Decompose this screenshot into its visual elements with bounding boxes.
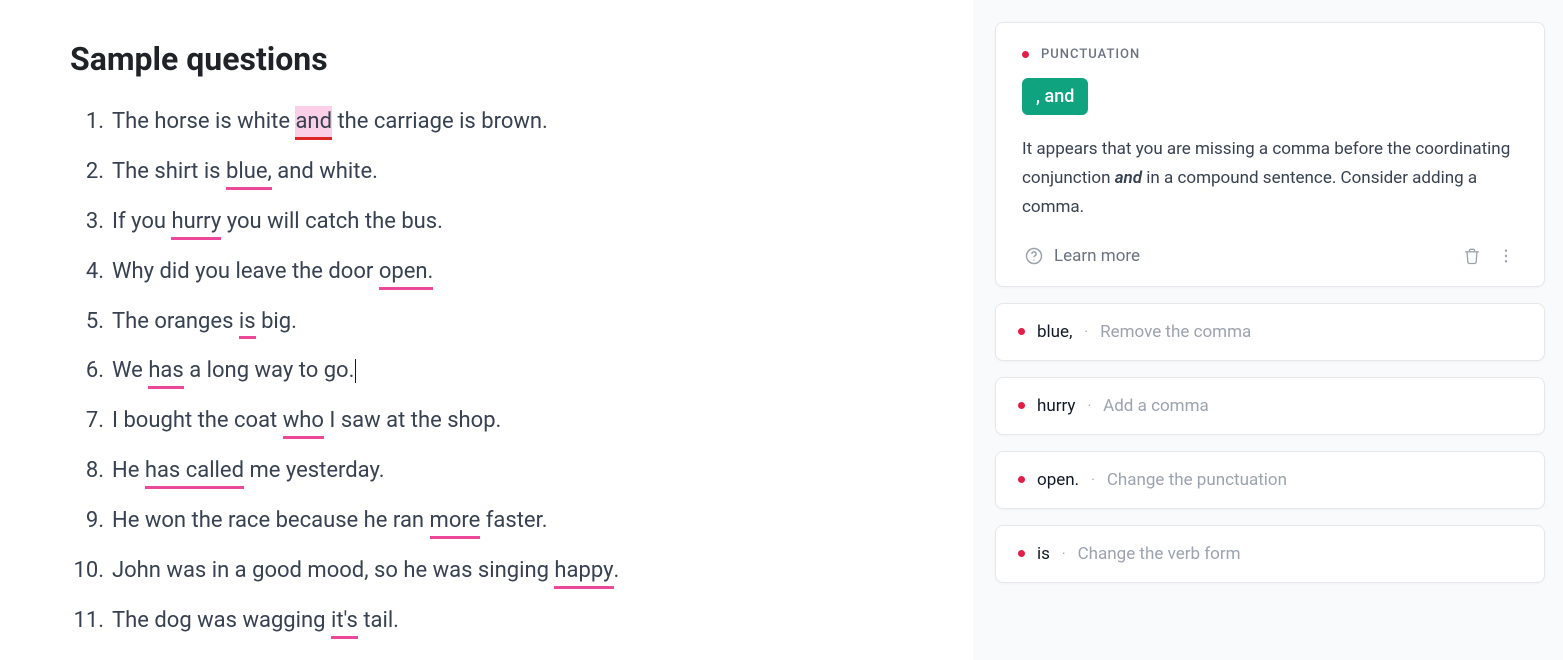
suggestion-hint: Add a comma bbox=[1103, 396, 1209, 416]
suggestion-hint: Change the verb form bbox=[1078, 544, 1241, 564]
suggestion-card-collapsed[interactable]: blue, · Remove the comma bbox=[995, 303, 1545, 361]
suggestion-hint: Remove the comma bbox=[1100, 322, 1251, 342]
category-label: PUNCTUATION bbox=[1041, 47, 1140, 62]
category-dot-icon bbox=[1018, 550, 1025, 557]
card-footer: Learn more bbox=[1022, 244, 1518, 268]
more-options-button[interactable] bbox=[1494, 244, 1518, 268]
explanation-em: and bbox=[1115, 168, 1142, 188]
question-item[interactable]: If you hurry you will catch the bus. bbox=[70, 206, 913, 238]
bullet-separator: · bbox=[1091, 472, 1095, 488]
question-item[interactable]: Why did you leave the door open. bbox=[70, 256, 913, 288]
learn-more-label: Learn more bbox=[1054, 246, 1140, 266]
error-highlight[interactable]: open. bbox=[379, 256, 434, 288]
question-item[interactable]: I bought the coat who I saw at the shop. bbox=[70, 405, 913, 437]
learn-more-link[interactable]: Learn more bbox=[1022, 244, 1140, 268]
question-item[interactable]: We has a long way to go. bbox=[70, 355, 913, 387]
error-highlight[interactable]: more bbox=[430, 505, 481, 537]
suggestion-card-collapsed[interactable]: is · Change the verb form bbox=[995, 525, 1545, 583]
error-highlight[interactable]: has called bbox=[145, 455, 244, 487]
error-highlight[interactable]: happy bbox=[554, 555, 613, 587]
error-highlight[interactable]: is bbox=[239, 306, 256, 338]
category-dot-icon bbox=[1018, 476, 1025, 483]
suggestion-word: open. bbox=[1037, 470, 1079, 490]
suggestion-card-collapsed[interactable]: open. · Change the punctuation bbox=[995, 451, 1545, 509]
bullet-separator: · bbox=[1062, 546, 1066, 562]
suggestion-word: hurry bbox=[1037, 396, 1075, 416]
question-item[interactable]: John was in a good mood, so he was singi… bbox=[70, 555, 913, 587]
help-icon bbox=[1022, 244, 1046, 268]
suggestion-hint: Change the punctuation bbox=[1107, 470, 1287, 490]
question-item[interactable]: The oranges is big. bbox=[70, 306, 913, 338]
question-item[interactable]: The shirt is blue, and white. bbox=[70, 156, 913, 188]
error-highlight[interactable]: who bbox=[283, 405, 324, 437]
delete-button[interactable] bbox=[1460, 244, 1484, 268]
error-highlight[interactable]: and bbox=[295, 106, 332, 138]
editor-pane: Sample questions The horse is white and … bbox=[0, 0, 973, 660]
bullet-separator: · bbox=[1084, 324, 1088, 340]
suggestions-pane: PUNCTUATION , and It appears that you ar… bbox=[973, 0, 1563, 660]
suggestion-card-collapsed[interactable]: hurry · Add a comma bbox=[995, 377, 1545, 435]
error-highlight[interactable]: blue, bbox=[226, 156, 272, 188]
category-dot-icon bbox=[1022, 51, 1029, 58]
question-item[interactable]: The horse is white and the carriage is b… bbox=[70, 106, 913, 138]
suggestion-card-expanded[interactable]: PUNCTUATION , and It appears that you ar… bbox=[995, 22, 1545, 287]
explanation-text: It appears that you are missing a comma … bbox=[1022, 135, 1518, 222]
error-highlight[interactable]: hurry bbox=[171, 206, 221, 238]
suggestion-word: is bbox=[1037, 544, 1050, 564]
suggestion-word: blue, bbox=[1037, 322, 1072, 342]
text-cursor bbox=[355, 359, 356, 383]
question-list: The horse is white and the carriage is b… bbox=[70, 106, 913, 637]
bullet-separator: · bbox=[1087, 398, 1091, 414]
category-dot-icon bbox=[1018, 402, 1025, 409]
error-highlight[interactable]: it's bbox=[331, 605, 358, 637]
category-dot-icon bbox=[1018, 328, 1025, 335]
question-item[interactable]: The dog was wagging it's tail. bbox=[70, 605, 913, 637]
question-item[interactable]: He won the race because he ran more fast… bbox=[70, 505, 913, 537]
error-highlight[interactable]: has bbox=[148, 355, 183, 387]
category-row: PUNCTUATION bbox=[1022, 47, 1518, 62]
suggestion-pill[interactable]: , and bbox=[1022, 78, 1088, 115]
page-title: Sample questions bbox=[70, 40, 913, 78]
question-item[interactable]: He has called me yesterday. bbox=[70, 455, 913, 487]
